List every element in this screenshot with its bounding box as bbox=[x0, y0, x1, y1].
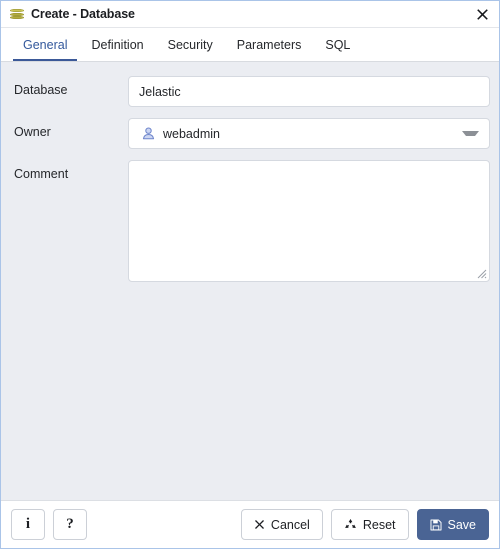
reset-button-label: Reset bbox=[362, 517, 396, 532]
tab-sql[interactable]: SQL bbox=[313, 28, 362, 61]
save-button-label: Save bbox=[447, 517, 477, 532]
close-icon[interactable] bbox=[471, 3, 493, 25]
dialog-title: Create - Database bbox=[31, 7, 135, 21]
close-x-icon bbox=[254, 520, 264, 529]
general-tab-panel: Database Owner webadmin Comment bbox=[1, 62, 499, 500]
database-icon bbox=[9, 6, 25, 22]
comment-field-row: Comment bbox=[10, 160, 490, 282]
tab-definition[interactable]: Definition bbox=[79, 28, 155, 61]
owner-label: Owner bbox=[14, 125, 51, 139]
comment-label: Comment bbox=[14, 167, 69, 181]
database-label: Database bbox=[14, 83, 68, 97]
dialog-footer: i ? Cancel Reset Save bbox=[1, 500, 499, 548]
owner-select[interactable]: webadmin bbox=[128, 118, 490, 149]
tab-parameters[interactable]: Parameters bbox=[225, 28, 314, 61]
info-button[interactable]: i bbox=[11, 509, 45, 540]
database-field-row: Database bbox=[10, 76, 490, 107]
footer-right-group: Cancel Reset Save bbox=[240, 509, 489, 540]
floppy-disk-icon bbox=[429, 518, 442, 531]
tab-general[interactable]: General bbox=[11, 28, 79, 61]
owner-value: webadmin bbox=[163, 126, 220, 141]
user-icon bbox=[142, 127, 155, 140]
save-button[interactable]: Save bbox=[416, 509, 489, 540]
dialog-tabbar: General Definition Security Parameters S… bbox=[1, 28, 499, 62]
footer-left-group: i ? bbox=[11, 509, 87, 540]
recycle-icon bbox=[344, 518, 356, 528]
database-name-input[interactable] bbox=[128, 76, 490, 107]
reset-button[interactable]: Reset bbox=[330, 509, 409, 540]
tab-security[interactable]: Security bbox=[156, 28, 225, 61]
help-button[interactable]: ? bbox=[53, 509, 87, 540]
cancel-button[interactable]: Cancel bbox=[240, 509, 323, 540]
create-database-dialog: Create - Database General Definition Sec… bbox=[0, 0, 500, 549]
cancel-button-label: Cancel bbox=[270, 517, 310, 532]
owner-field-row: Owner webadmin bbox=[10, 118, 490, 149]
comment-textarea[interactable] bbox=[128, 160, 490, 282]
comment-textarea-wrapper bbox=[128, 160, 490, 282]
dialog-titlebar: Create - Database bbox=[1, 1, 499, 28]
chevron-down-icon[interactable] bbox=[462, 131, 479, 136]
